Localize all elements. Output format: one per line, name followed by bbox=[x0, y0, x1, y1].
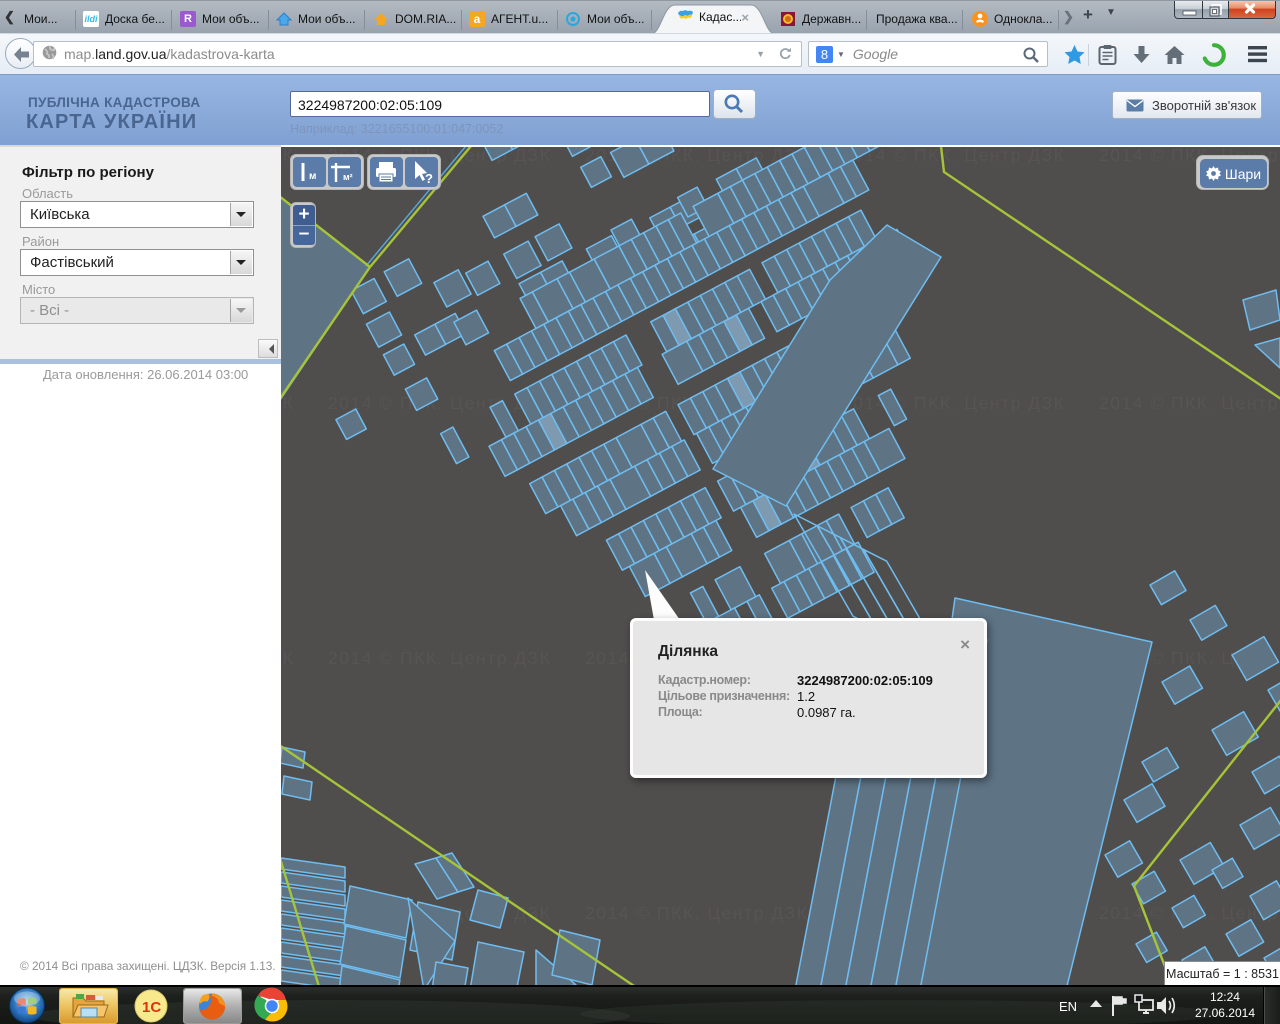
svg-text:м: м bbox=[309, 171, 316, 182]
svg-text:EN: EN bbox=[1059, 999, 1077, 1014]
svg-text:2014 © ПКК. Центр ДЗК: 2014 © ПКК. Центр ДЗК bbox=[842, 147, 1065, 165]
svg-text:2014 © ПКК. Центр ДЗК: 2014 © ПКК. Центр ДЗК bbox=[585, 903, 808, 923]
svg-text:1С: 1С bbox=[142, 999, 161, 1016]
svg-text:2014 © ПКК. Центр ДЗК: 2014 © ПКК. Центр ДЗК bbox=[1099, 393, 1280, 413]
svg-text:2014 © ПКК. Центр ДЗК: 2014 © ПКК. Центр ДЗК bbox=[281, 648, 294, 668]
svg-text:м²: м² bbox=[343, 172, 353, 182]
svg-text:?: ? bbox=[425, 171, 433, 186]
svg-text:2014 © ПКК. Центр ДЗК: 2014 © ПКК. Центр ДЗК bbox=[842, 393, 1065, 413]
svg-text:2014 © ПКК. Центр ДЗК: 2014 © ПКК. Центр ДЗК bbox=[328, 648, 551, 668]
